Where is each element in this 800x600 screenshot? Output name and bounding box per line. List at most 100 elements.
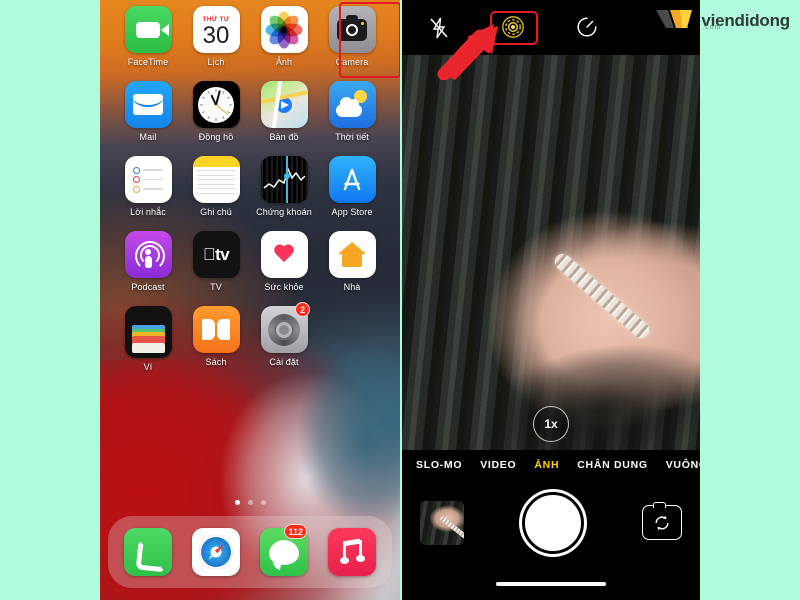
app-books[interactable]: Sách: [182, 306, 250, 372]
app-label: App Store: [331, 207, 373, 217]
messages-badge: 112: [284, 524, 307, 539]
iphone-camera-screen: 1x SLO-MO VIDEO ẢNH CHÂN DUNG VUÔNG: [402, 0, 700, 600]
app-camera[interactable]: Camera: [318, 6, 386, 67]
reminders-list: [133, 164, 163, 195]
app-label: Ghi chú: [200, 207, 232, 217]
iphone-home-screen: FaceTime THỨ TƯ 30 Lịch Ảnh Camera Mail …: [100, 0, 400, 600]
home-icon[interactable]: [328, 231, 376, 278]
clock-icon[interactable]: [192, 81, 240, 128]
photos-icon[interactable]: [260, 6, 308, 53]
app-reminders[interactable]: Lời nhắc: [114, 156, 182, 217]
dock-app-safari[interactable]: [192, 528, 240, 576]
clock-face: [198, 86, 234, 123]
app-label: Sức khỏe: [264, 282, 304, 292]
settings-badge: 2: [295, 302, 310, 317]
podcasts-icon[interactable]: [124, 231, 172, 278]
maps-icon[interactable]: [260, 81, 308, 128]
camera-mode-selector[interactable]: SLO-MO VIDEO ẢNH CHÂN DUNG VUÔNG: [402, 450, 700, 480]
photo-thumbnail[interactable]: [420, 500, 464, 545]
watermark-text: viendidong .com: [701, 12, 790, 31]
live-photo-highlight-box: [489, 10, 538, 45]
shutter-button[interactable]: [522, 491, 584, 554]
appstore-icon[interactable]: [328, 156, 376, 203]
watermark-suffix: .com: [702, 23, 722, 31]
timer-control-slot[interactable]: [551, 15, 626, 41]
calendar-icon[interactable]: THỨ TƯ 30: [192, 6, 240, 53]
page-indicator[interactable]: [100, 500, 400, 505]
weather-icon[interactable]: [328, 81, 376, 128]
app-mail[interactable]: Mail: [114, 81, 182, 142]
app-weather[interactable]: Thời tiết: [318, 81, 386, 142]
app-photos[interactable]: Ảnh: [250, 6, 318, 67]
page-dot-2[interactable]: [247, 500, 253, 505]
camera-mode-portrait[interactable]: CHÂN DUNG: [577, 459, 647, 471]
app-tv[interactable]: tv TV: [182, 231, 250, 292]
safari-icon[interactable]: [192, 528, 240, 576]
app-icon-grid: FaceTime THỨ TƯ 30 Lịch Ảnh Camera Mail …: [100, 0, 400, 372]
dock: 112: [108, 516, 392, 588]
camera-mode-list: SLO-MO VIDEO ẢNH CHÂN DUNG VUÔNG: [402, 459, 700, 471]
app-appstore[interactable]: App Store: [318, 156, 386, 217]
live-photo-control-slot[interactable]: [477, 10, 552, 45]
camera-bottom-controls: [402, 480, 700, 565]
app-label: Bản đồ: [269, 132, 299, 142]
flash-off-icon[interactable]: [426, 15, 452, 41]
app-facetime[interactable]: FaceTime: [114, 6, 182, 67]
dock-app-phone[interactable]: [124, 528, 172, 576]
music-icon[interactable]: [328, 528, 376, 576]
app-stocks[interactable]: Chứng khoán: [250, 156, 318, 217]
page-dot-3[interactable]: [260, 500, 266, 505]
dock-app-messages[interactable]: 112: [260, 524, 308, 576]
camera-mode-video[interactable]: VIDEO: [480, 459, 516, 471]
app-notes[interactable]: Ghi chú: [182, 156, 250, 217]
app-label: Sách: [205, 357, 227, 367]
app-label: Lời nhắc: [130, 207, 166, 217]
app-label: Đồng hồ: [198, 132, 234, 142]
stocks-line-chart: [263, 166, 306, 189]
health-icon[interactable]: [260, 231, 308, 278]
zoom-level-button[interactable]: 1x: [533, 406, 569, 442]
calendar-day: 30: [202, 21, 230, 49]
wallpaper-teal-blob: [286, 348, 400, 540]
reminders-icon[interactable]: [124, 156, 172, 203]
notes-icon[interactable]: [192, 156, 240, 203]
flash-control-slot[interactable]: [402, 15, 477, 41]
mail-icon[interactable]: [124, 81, 172, 128]
books-icon[interactable]: [192, 306, 240, 353]
facetime-icon[interactable]: [124, 6, 172, 53]
page-dot-1[interactable]: [234, 500, 240, 505]
app-label: Podcast: [131, 282, 165, 292]
app-settings[interactable]: 2 Cài đặt: [250, 302, 318, 372]
timer-icon[interactable]: [575, 15, 601, 41]
app-empty-slot: [318, 306, 386, 372]
app-label: Camera: [335, 57, 369, 67]
app-maps[interactable]: Bản đồ: [250, 81, 318, 142]
tv-icon[interactable]: tv: [192, 231, 240, 278]
app-calendar[interactable]: THỨ TƯ 30 Lịch: [182, 6, 250, 67]
app-label: Mail: [139, 132, 157, 142]
camera-viewfinder[interactable]: 1x: [402, 55, 700, 450]
app-clock[interactable]: Đồng hồ: [182, 81, 250, 142]
stocks-icon[interactable]: [260, 156, 308, 203]
app-home[interactable]: Nhà: [318, 231, 386, 292]
app-label: Ảnh: [275, 57, 293, 67]
phone-icon[interactable]: [124, 528, 172, 576]
flip-arrows-icon: [655, 515, 669, 530]
appstore-a-glyph: [343, 168, 361, 190]
app-wallet[interactable]: Ví: [114, 306, 182, 372]
camera-mode-square[interactable]: VUÔNG: [666, 459, 700, 471]
app-label: Lịch: [207, 57, 225, 67]
camera-icon[interactable]: [328, 6, 376, 53]
app-label: FaceTime: [127, 57, 169, 67]
app-health[interactable]: Sức khỏe: [250, 231, 318, 292]
home-indicator[interactable]: [496, 581, 606, 586]
watermark: viendidong .com: [654, 6, 790, 34]
live-photo-icon[interactable]: [501, 15, 527, 41]
flip-camera-button[interactable]: [642, 502, 682, 540]
camera-mode-photo[interactable]: ẢNH: [534, 459, 559, 471]
screenshot-stage: FaceTime THỨ TƯ 30 Lịch Ảnh Camera Mail …: [0, 0, 800, 600]
wallet-icon[interactable]: [124, 306, 172, 358]
dock-app-music[interactable]: [328, 528, 376, 576]
camera-mode-slomo[interactable]: SLO-MO: [416, 459, 462, 471]
app-podcasts[interactable]: Podcast: [114, 231, 182, 292]
